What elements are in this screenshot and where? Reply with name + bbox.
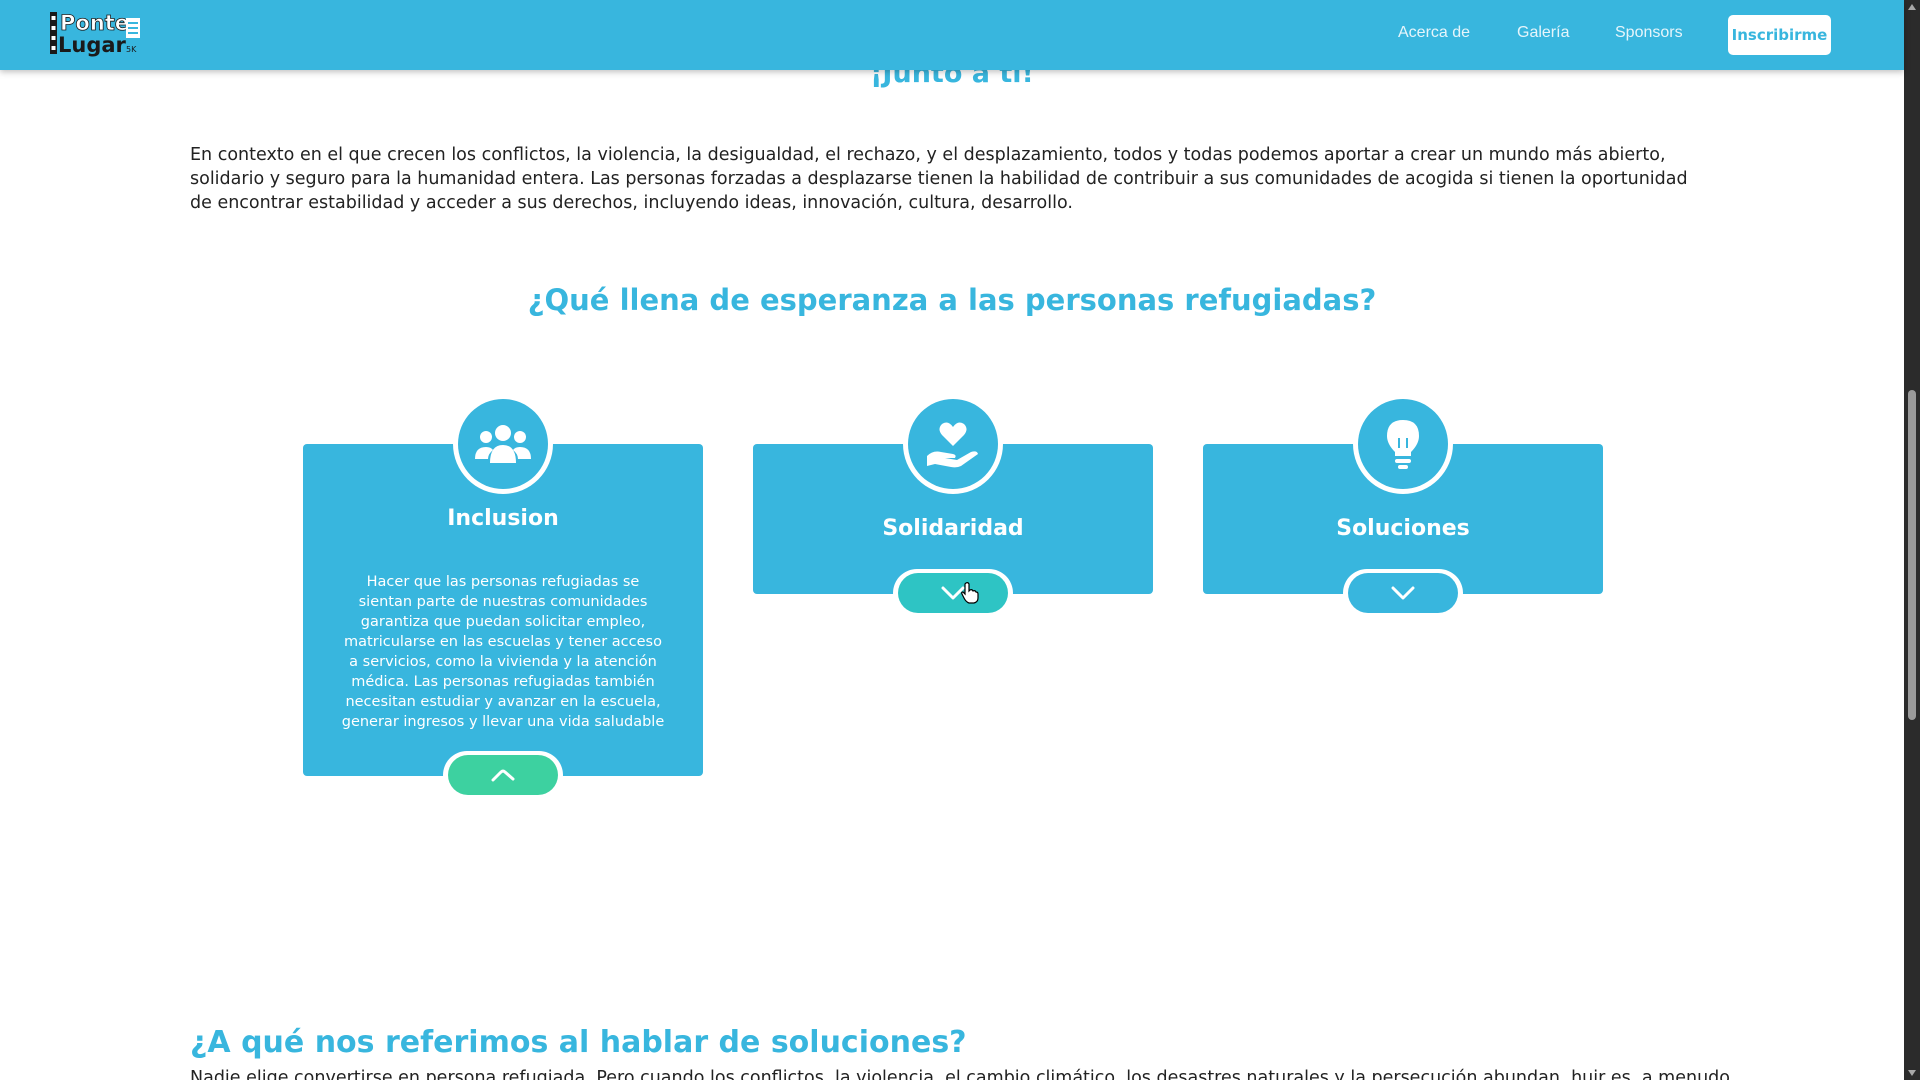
hope-section-title: ¿Qué llena de esperanza a las personas r… [527,283,1377,317]
people-group-icon [453,394,553,494]
vertical-scrollbar[interactable] [1904,0,1920,1080]
lightbulb-icon [1353,394,1453,494]
card-soluciones-toggle[interactable] [1343,569,1463,617]
inscribirme-button[interactable]: Inscribirme [1728,15,1831,55]
hand-heart-icon [903,394,1003,494]
ponte-en-su-lugar-logo[interactable]: Ponte Lugar 5K [48,8,142,58]
intro-paragraph: En contexto en el que crecen los conflic… [190,145,1688,213]
solutions-section-title: ¿A qué nos referimos al hablar de soluci… [190,1025,967,1060]
scroll-down-arrow-icon[interactable] [1908,1070,1916,1076]
top-navbar: Ponte Lugar 5K Acerca de Galería Sponsor… [0,0,1904,70]
card-inclusion-toggle[interactable] [443,751,563,799]
card-inclusion-title: Inclusion [447,506,559,531]
hand-cursor-icon [961,582,979,604]
logo-word-2: Lugar [58,33,127,57]
card-inclusion-body: Hacer que las personas refugiadas se sie… [341,574,665,730]
nav-link-sponsors[interactable]: Sponsors [1615,24,1683,42]
logo-badge: 5K [126,45,137,54]
logo-graphic: Ponte Lugar 5K [50,11,140,57]
card-solidaridad-title: Solidaridad [882,516,1024,541]
page: Ponte Lugar 5K Acerca de Galería Sponsor… [0,0,1920,1080]
card-solidaridad-toggle[interactable] [893,569,1013,617]
logo-word-1: Ponte [60,11,129,35]
scroll-up-arrow-icon[interactable] [1908,4,1916,10]
solutions-paragraph: Nadie elige convertirse en persona refug… [190,1068,1730,1080]
scrollbar-thumb[interactable] [1908,390,1916,720]
card-soluciones-title: Soluciones [1336,516,1470,541]
chevron-up-icon [491,769,515,782]
nav-link-acerca[interactable]: Acerca de [1398,24,1470,42]
chevron-down-icon [1391,586,1415,600]
nav-link-galeria[interactable]: Galería [1517,24,1569,42]
